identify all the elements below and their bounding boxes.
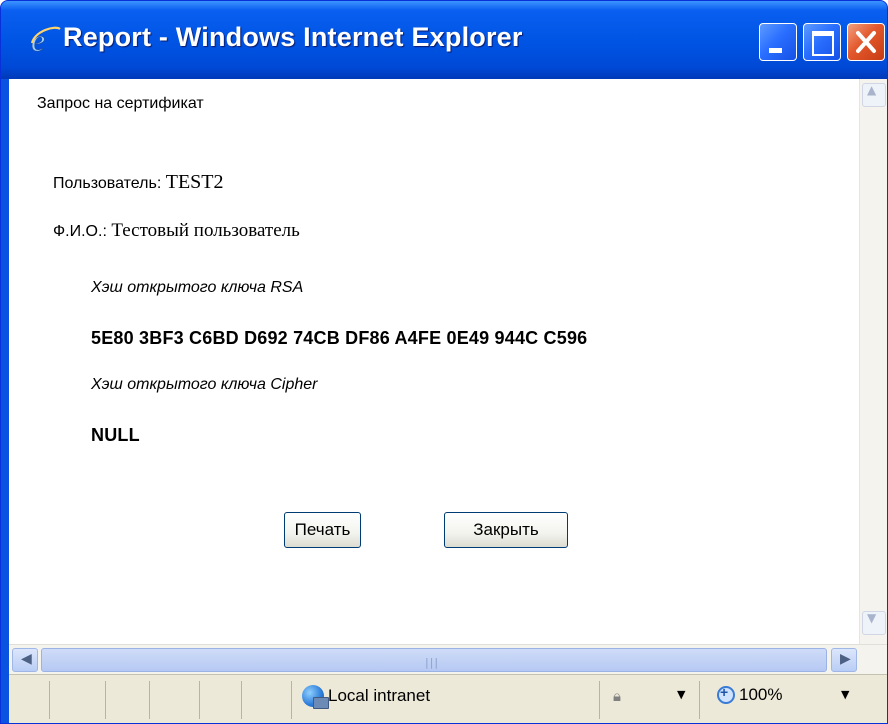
arrow-right-icon: ▶ xyxy=(840,651,851,667)
close-window-button[interactable] xyxy=(847,23,885,61)
scroll-left-button[interactable]: ◀ xyxy=(12,648,38,672)
window-title: Report - Windows Internet Explorer xyxy=(63,22,523,52)
horizontal-scrollbar[interactable]: ◀ ||| ▶ xyxy=(9,644,887,675)
arrow-left-icon: ◀ xyxy=(21,651,32,667)
status-divider xyxy=(291,681,292,719)
print-button[interactable]: Печать xyxy=(284,512,361,548)
cipher-hash-label: Хэш открытого ключа Cipher xyxy=(91,376,318,393)
status-divider xyxy=(149,681,150,719)
title-bar[interactable]: e Report - Windows Internet Explorer xyxy=(1,1,887,79)
zoom-level: 100% xyxy=(739,685,783,704)
fio-row: Ф.И.О.: Тестовый пользователь xyxy=(53,220,300,242)
scrollbar-corner xyxy=(861,645,887,675)
scroll-right-button[interactable]: ▶ xyxy=(831,648,857,672)
user-label: Пользователь: xyxy=(53,175,162,192)
internet-explorer-icon: e xyxy=(31,23,61,57)
rsa-hash-value: 5E80 3BF3 C6BD D692 74CB DF86 A4FE 0E49 … xyxy=(91,328,588,348)
chevron-down-icon[interactable]: ▼ xyxy=(677,688,685,701)
security-zone-label: Local intranet xyxy=(328,686,431,705)
minimize-button[interactable] xyxy=(759,23,797,61)
close-button[interactable]: Закрыть xyxy=(444,512,568,548)
user-row: Пользователь: TEST2 xyxy=(53,171,224,194)
close-icon xyxy=(856,31,876,53)
fio-label: Ф.И.О.: xyxy=(53,223,107,240)
page-heading: Запрос на сертификат xyxy=(37,95,204,112)
arrow-up-icon: ▲ xyxy=(867,83,877,97)
protected-mode-icon[interactable]: 🔒︎ xyxy=(613,687,621,705)
status-divider xyxy=(49,681,50,719)
zoom-control[interactable]: 100% xyxy=(717,684,783,705)
zoom-icon xyxy=(717,684,735,704)
page-content xyxy=(9,79,859,644)
maximize-icon xyxy=(812,31,834,56)
minimize-icon xyxy=(769,48,782,53)
status-bar: Local intranet 🔒︎ ▼ 100% ▼ xyxy=(9,674,887,723)
chevron-down-icon[interactable]: ▼ xyxy=(841,688,849,701)
status-divider xyxy=(105,681,106,719)
scroll-down-button[interactable]: ▼ xyxy=(862,611,886,635)
status-divider xyxy=(699,681,700,719)
local-intranet-icon xyxy=(302,685,329,709)
rsa-hash-label: Хэш открытого ключа RSA xyxy=(91,279,304,296)
maximize-button[interactable] xyxy=(803,23,841,61)
scroll-up-button[interactable]: ▲ xyxy=(862,83,886,107)
user-value: TEST2 xyxy=(165,171,224,193)
browser-window: e Report - Windows Internet Explorer Зап… xyxy=(0,0,888,724)
grip-icon: ||| xyxy=(425,656,440,669)
status-divider xyxy=(199,681,200,719)
status-divider xyxy=(599,681,600,719)
cipher-hash-value: NULL xyxy=(91,425,140,445)
arrow-down-icon: ▼ xyxy=(867,611,877,625)
horizontal-scroll-thumb[interactable]: ||| xyxy=(41,648,827,672)
security-zone[interactable]: Local intranet xyxy=(302,685,431,709)
vertical-scrollbar[interactable]: ▲ ▼ xyxy=(859,79,887,644)
fio-value: Тестовый пользователь xyxy=(111,220,300,241)
status-divider xyxy=(241,681,242,719)
